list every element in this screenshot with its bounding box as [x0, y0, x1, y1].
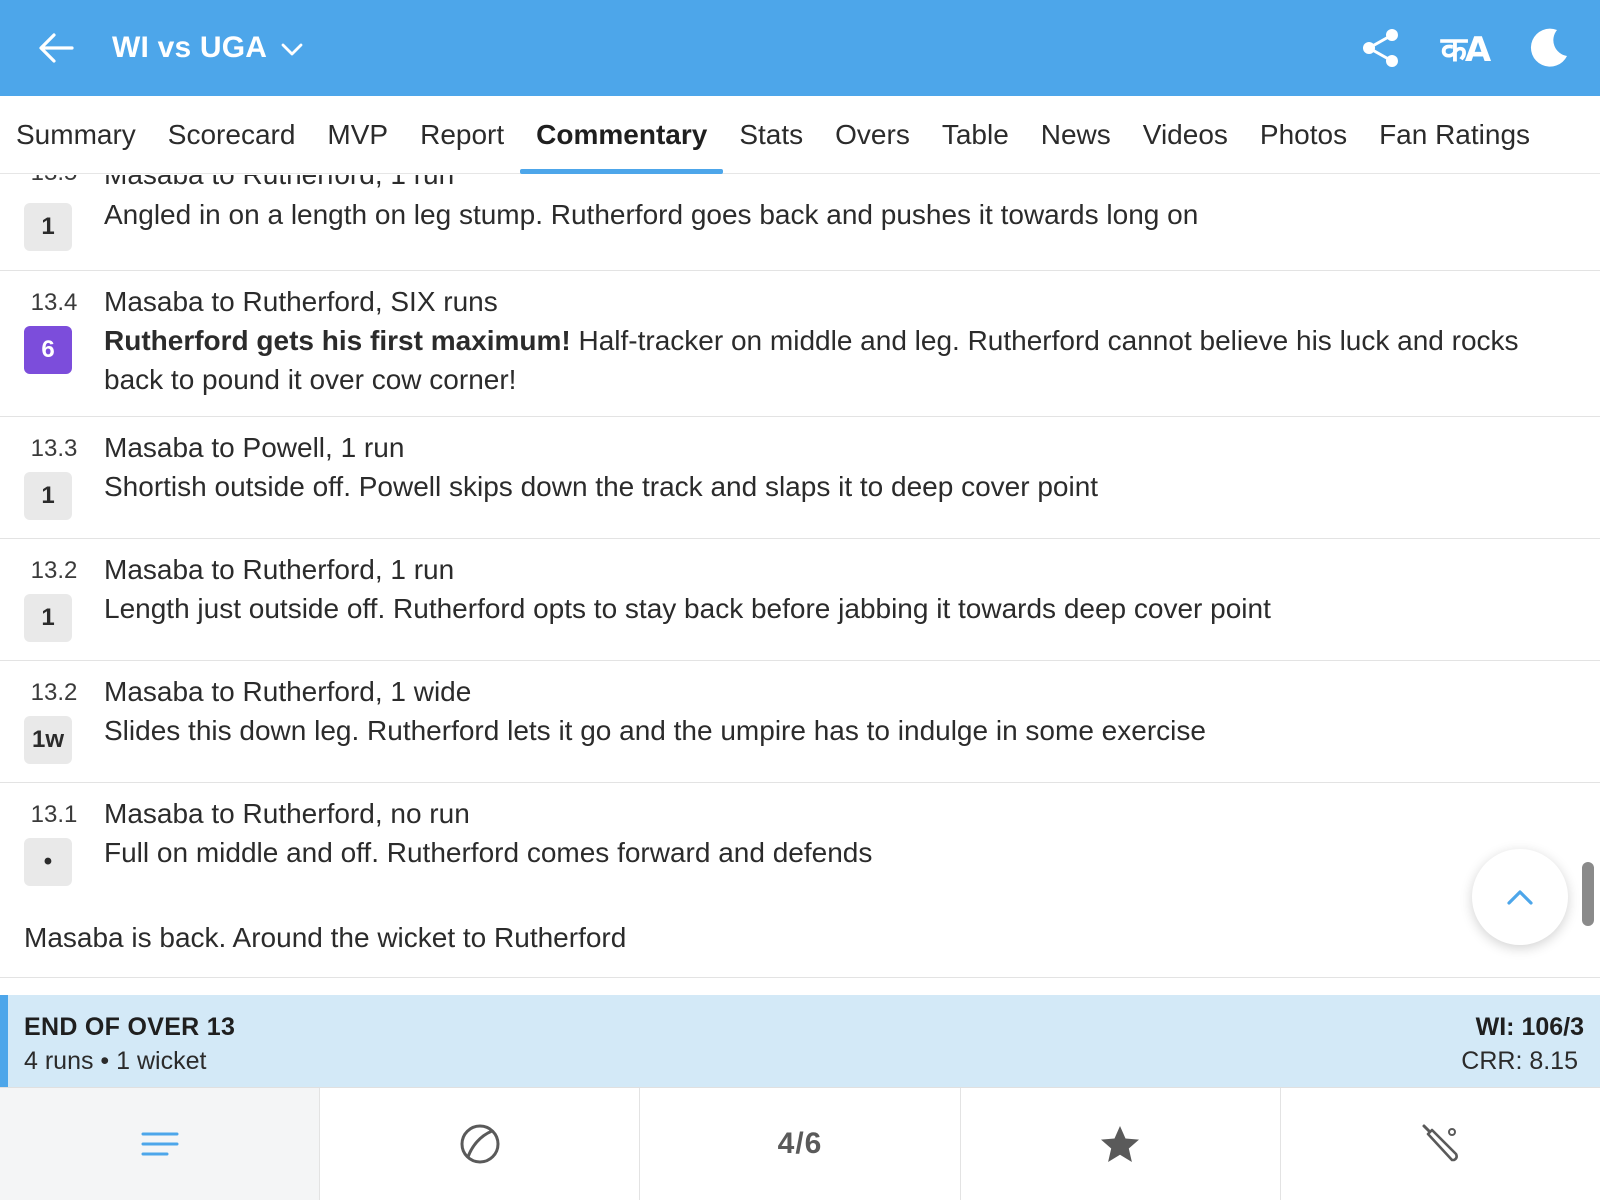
commentary-text: Angled in on a length on leg stump. Ruth…	[104, 199, 1199, 230]
share-icon	[1363, 29, 1398, 67]
end-of-over-summary: END OF OVER 13 4 runs • 1 wicket WI: 106…	[0, 995, 1600, 1087]
ball-result-badge: 6	[24, 326, 72, 374]
commentary-feed[interactable]: 13.5 1 Masaba to Rutherford, 1 run Angle…	[0, 175, 1600, 995]
over-number: 13.2	[30, 679, 78, 706]
share-button[interactable]	[1356, 23, 1406, 73]
commentary-headline: Masaba to Rutherford, 1 run	[104, 554, 455, 585]
tab-commentary[interactable]: Commentary	[520, 96, 724, 174]
cricket-ball-icon	[460, 1124, 500, 1164]
over-counter-text: 4/6	[777, 1127, 823, 1160]
over-counter[interactable]: 4/6	[640, 1088, 961, 1200]
over-summary: 4 runs • 1 wicket	[24, 1047, 207, 1075]
ball-result-badge: 1w	[24, 716, 72, 764]
tab-news[interactable]: News	[1041, 96, 1111, 174]
menu-lines-icon	[141, 1132, 179, 1156]
over-number: 13.4	[30, 289, 78, 316]
match-selector[interactable]: WI vs UGA	[112, 31, 303, 65]
commentary-view-button[interactable]	[0, 1088, 321, 1200]
ball-result-badge: 1	[24, 203, 72, 251]
tab-table[interactable]: Table	[942, 96, 1009, 174]
bottom-navigation: 4/6	[0, 1087, 1600, 1200]
commentary-headline: Masaba to Rutherford, 1 run	[104, 175, 454, 191]
over-number: 13.1	[30, 801, 78, 828]
team-score: WI: 106/3	[1475, 1013, 1584, 1041]
batting-button[interactable]	[1281, 1088, 1600, 1200]
commentary-text: Shortish outside off. Powell skips down …	[104, 471, 1099, 502]
tab-videos[interactable]: Videos	[1143, 96, 1228, 174]
chevron-up-icon	[1507, 890, 1533, 905]
commentary-headline: Masaba to Powell, 1 run	[104, 432, 405, 463]
commentary-highlight: Rutherford gets his first maximum!	[104, 325, 571, 356]
ball-result-badge: •	[24, 838, 72, 886]
scrollbar-thumb[interactable]	[1582, 862, 1594, 926]
dark-mode-button[interactable]	[1524, 23, 1574, 73]
divider	[0, 977, 1600, 978]
commentary-headline: Masaba to Rutherford, 1 wide	[104, 676, 472, 707]
commentary-item: 13.3 1 Masaba to Powell, 1 run Shortish …	[0, 417, 1600, 539]
tab-stats[interactable]: Stats	[739, 96, 803, 174]
tab-mvp[interactable]: MVP	[327, 96, 388, 174]
scroll-to-top-button[interactable]	[1472, 849, 1568, 945]
commentary-headline: Masaba to Rutherford, SIX runs	[104, 286, 498, 317]
app-header: WI vs UGA कA	[0, 0, 1600, 96]
back-button[interactable]	[26, 18, 86, 78]
commentary-text: Length just outside off. Rutherford opts…	[104, 593, 1271, 624]
commentary-item: 13.5 1 Masaba to Rutherford, 1 run Angle…	[0, 175, 1600, 271]
commentary-text: Rutherford gets his first maximum! Half-…	[104, 325, 1519, 395]
match-tabs: Summary Scorecard MVP Report Commentary …	[0, 96, 1600, 174]
commentary-note: Masaba is back. Around the wicket to Rut…	[24, 922, 627, 953]
ball-result-badge: 1	[24, 594, 72, 642]
current-run-rate: CRR: 8.15	[1461, 1047, 1578, 1075]
over-number: 13.3	[30, 435, 78, 462]
cricket-bat-icon	[1422, 1124, 1459, 1162]
over-number: 13.2	[30, 557, 78, 584]
match-title: WI vs UGA	[112, 31, 268, 64]
end-of-over-label: END OF OVER 13	[24, 1013, 236, 1041]
commentary-item: 13.2 1w Masaba to Rutherford, 1 wide Sli…	[0, 661, 1600, 783]
commentary-item: 13.1 • Masaba to Rutherford, no run Full…	[0, 783, 1600, 886]
commentary-item: 13.2 1 Masaba to Rutherford, 1 run Lengt…	[0, 539, 1600, 661]
tab-summary[interactable]: Summary	[16, 96, 136, 174]
arrow-left-icon	[39, 33, 74, 63]
language-icon: कA	[1440, 30, 1491, 70]
moon-icon	[1530, 28, 1567, 67]
language-button[interactable]: कA	[1440, 23, 1491, 73]
highlights-button[interactable]	[961, 1088, 1281, 1200]
commentary-item: 13.4 6 Masaba to Rutherford, SIX runs Ru…	[0, 271, 1600, 417]
over-number: 13.5	[24, 175, 84, 187]
ball-filter-button[interactable]	[320, 1088, 641, 1200]
commentary-text: Full on middle and off. Rutherford comes…	[104, 837, 873, 868]
chevron-down-icon	[281, 43, 303, 56]
ball-result-badge: 1	[24, 472, 72, 520]
commentary-text: Slides this down leg. Rutherford lets it…	[104, 715, 1206, 746]
tab-fan-ratings[interactable]: Fan Ratings	[1379, 96, 1530, 174]
tab-overs[interactable]: Overs	[835, 96, 910, 174]
star-icon	[1101, 1126, 1140, 1162]
tab-report[interactable]: Report	[420, 96, 504, 174]
commentary-headline: Masaba to Rutherford, no run	[104, 798, 470, 829]
tab-scorecard[interactable]: Scorecard	[168, 96, 296, 174]
tab-photos[interactable]: Photos	[1260, 96, 1347, 174]
